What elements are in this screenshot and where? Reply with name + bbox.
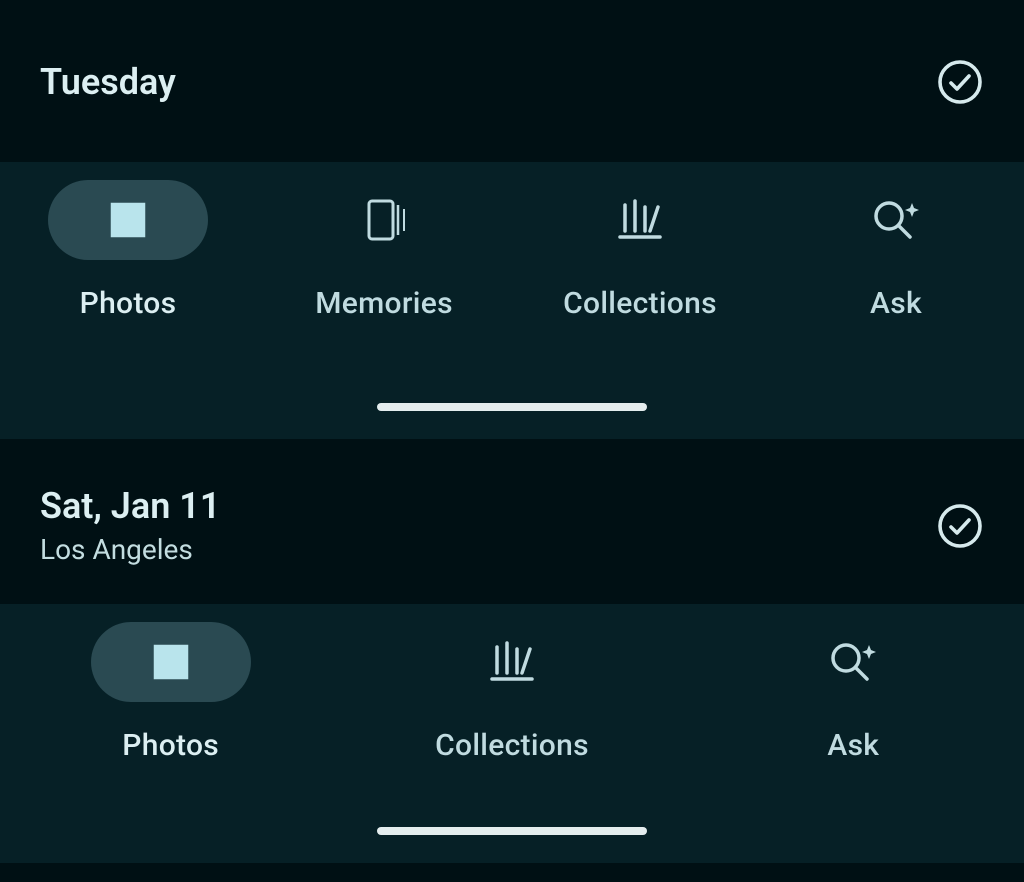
section-title: Tuesday [40, 61, 176, 103]
check-circle-icon [936, 502, 984, 550]
section-header-text: Sat, Jan 11 Los Angeles [40, 485, 220, 566]
nav-item-photos[interactable]: Photos [0, 622, 341, 763]
nav-label: Memories [315, 286, 453, 321]
section-header-1: Tuesday [0, 0, 1024, 162]
bottom-nav-2: Photos Collections [0, 604, 1024, 863]
nav-item-collections[interactable]: Collections [341, 622, 682, 763]
select-all-button[interactable] [936, 502, 984, 550]
select-all-button[interactable] [936, 58, 984, 106]
memories-icon [359, 199, 409, 241]
photos-icon [105, 197, 151, 243]
ask-icon [827, 639, 879, 685]
nav-item-ask[interactable]: Ask [768, 180, 1024, 321]
ask-icon [870, 197, 922, 243]
nav-item-collections[interactable]: Collections [512, 180, 768, 321]
photos-icon [148, 639, 194, 685]
bottom-nav-1: Photos Memories [0, 162, 1024, 439]
nav-label: Photos [80, 286, 177, 321]
collections-icon [616, 199, 664, 241]
check-circle-icon [936, 58, 984, 106]
section-title: Sat, Jan 11 [40, 485, 220, 527]
nav-label: Ask [870, 286, 922, 321]
nav-item-ask[interactable]: Ask [683, 622, 1024, 763]
nav-label: Photos [122, 728, 219, 763]
nav-label: Collections [563, 286, 717, 321]
nav-item-memories[interactable]: Memories [256, 180, 512, 321]
nav-item-photos[interactable]: Photos [0, 180, 256, 321]
home-indicator[interactable] [377, 827, 647, 835]
nav-label: Collections [435, 728, 589, 763]
nav-label: Ask [827, 728, 879, 763]
home-indicator[interactable] [377, 403, 647, 411]
section-header-2: Sat, Jan 11 Los Angeles [0, 439, 1024, 604]
collections-icon [488, 641, 536, 683]
section-header-text: Tuesday [40, 61, 176, 103]
section-subtitle: Los Angeles [40, 533, 220, 566]
